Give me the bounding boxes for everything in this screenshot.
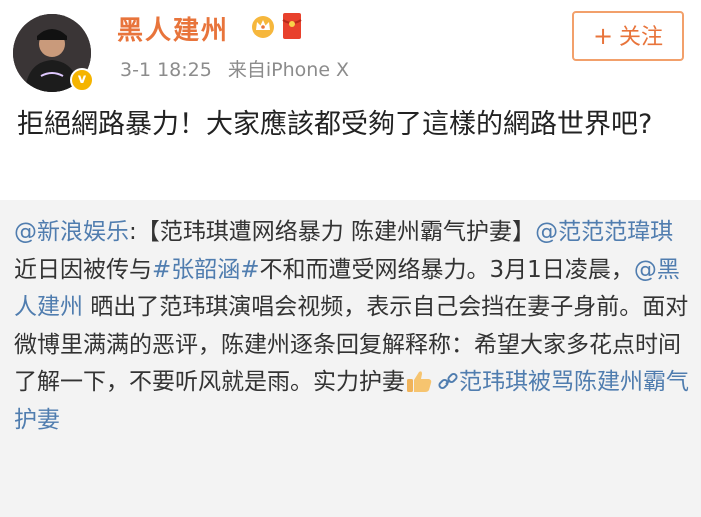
post-source: 来自iPhone X — [227, 59, 350, 81]
repost-text-2: 近日因被传与 — [14, 256, 152, 283]
post-meta: 3-1 18:25 来自iPhone X — [120, 55, 349, 82]
post-time: 3-1 18:25 — [120, 59, 212, 81]
crown-icon — [252, 16, 274, 38]
follow-button[interactable]: + 关注 — [572, 11, 684, 61]
repost-card[interactable]: @新浪娱乐:【范玮琪遭网络暴力 陈建州霸气护妻】@范范范瑋琪 近日因被传与#张韶… — [0, 200, 701, 517]
plus-icon: + — [592, 22, 614, 50]
repost-author-link[interactable]: @新浪娱乐 — [14, 219, 129, 245]
link-icon — [438, 372, 458, 390]
verified-badge-icon: v — [70, 68, 94, 92]
post-header: v 黑人建州 3-1 18:25 来自iPhone X + 关注 — [0, 0, 701, 92]
repost-text: @新浪娱乐:【范玮琪遭网络暴力 陈建州霸气护妻】@范范范瑋琪 近日因被传与#张韶… — [14, 214, 692, 439]
hashtag-link[interactable]: #张韶涵# — [152, 257, 260, 283]
post-content: 拒絕網路暴力！大家應該都受夠了這樣的網路世界吧? — [17, 109, 653, 140]
mention-link-1[interactable]: @范范范瑋琪 — [535, 219, 673, 245]
follow-label: 关注 — [619, 25, 664, 50]
username[interactable]: 黑人建州 — [117, 10, 229, 47]
red-packet-icon — [282, 13, 302, 39]
repost-text-3: 不和而遭受网络暴力。3月1日凌晨， — [259, 256, 634, 283]
repost-colon: : — [129, 219, 137, 245]
thumbs-up-emoji — [407, 371, 432, 392]
repost-text-1: 【范玮琪遭网络暴力 陈建州霸气护妻】 — [136, 219, 536, 245]
